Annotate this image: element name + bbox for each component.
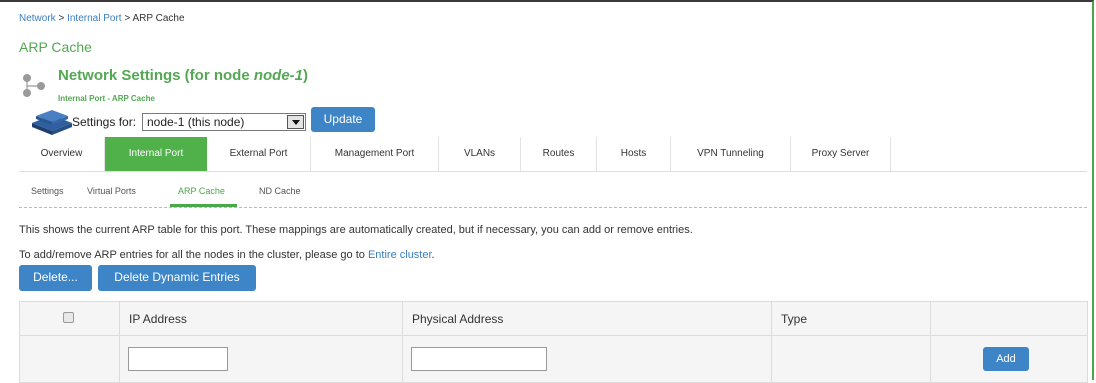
- physical-address-cell: [402, 335, 772, 383]
- tab-vlans[interactable]: VLANs: [439, 137, 521, 171]
- breadcrumb-current: ARP Cache: [132, 13, 185, 24]
- entire-cluster-link[interactable]: Entire cluster: [368, 249, 432, 261]
- network-settings-subtitle: Internal Port - ARP Cache: [58, 94, 155, 103]
- breadcrumb-network-link[interactable]: Network: [19, 13, 56, 24]
- server-stack-icon: [32, 110, 72, 135]
- cluster-note: To add/remove ARP entries for all the no…: [19, 249, 435, 261]
- actions-header: [930, 301, 1088, 336]
- tab-external-port[interactable]: External Port: [207, 137, 311, 171]
- subtab-settings[interactable]: Settings: [31, 186, 64, 196]
- cluster-note-text: To add/remove ARP entries for all the no…: [19, 249, 368, 261]
- add-button[interactable]: Add: [983, 347, 1029, 371]
- subtab-arp-cache[interactable]: ARP Cache: [178, 186, 225, 196]
- ip-address-header[interactable]: IP Address: [119, 301, 403, 336]
- network-nodes-icon: [23, 74, 45, 97]
- table-row: Add: [19, 335, 1088, 383]
- arp-table: IP Address Physical Address Type Add: [19, 301, 1088, 383]
- select-all-checkbox-icon[interactable]: [63, 311, 74, 323]
- settings-for-label: Settings for:: [72, 115, 137, 129]
- node-select-value: node-1 (this node): [147, 115, 245, 129]
- tab-routes[interactable]: Routes: [521, 137, 597, 171]
- cluster-note-end: .: [431, 249, 435, 261]
- breadcrumb-internal-port-link[interactable]: Internal Port: [67, 13, 121, 24]
- subtab-nd-cache[interactable]: ND Cache: [259, 186, 301, 196]
- tab-hosts[interactable]: Hosts: [597, 137, 671, 171]
- physical-address-header[interactable]: Physical Address: [402, 301, 772, 336]
- breadcrumb-separator: >: [124, 13, 131, 24]
- title-suffix: ): [303, 67, 309, 84]
- main-tabs: Overview Internal Port External Port Man…: [19, 137, 1087, 172]
- type-cell: [771, 335, 931, 383]
- active-subtab-indicator: [170, 204, 237, 207]
- update-button[interactable]: Update: [311, 107, 375, 132]
- tab-internal-port[interactable]: Internal Port: [105, 137, 207, 171]
- page-title: ARP Cache: [19, 39, 92, 55]
- tab-proxy-server[interactable]: Proxy Server: [791, 137, 891, 171]
- type-header[interactable]: Type: [771, 301, 931, 336]
- tab-management-port[interactable]: Management Port: [311, 137, 439, 171]
- node-select[interactable]: node-1 (this node): [142, 113, 306, 131]
- title-prefix: Network Settings (for node: [58, 67, 254, 84]
- tab-vpn-tunneling[interactable]: VPN Tunneling: [671, 137, 791, 171]
- tab-overview[interactable]: Overview: [19, 137, 105, 171]
- delete-button[interactable]: Delete...: [19, 265, 92, 291]
- physical-address-input[interactable]: [411, 347, 547, 371]
- chevron-down-icon[interactable]: [287, 115, 304, 129]
- title-node-name: node-1: [253, 67, 304, 84]
- select-all-header: [19, 301, 120, 336]
- ip-address-input[interactable]: [128, 347, 228, 371]
- arp-description: This shows the current ARP table for thi…: [19, 224, 693, 236]
- delete-dynamic-entries-button[interactable]: Delete Dynamic Entries: [98, 265, 256, 291]
- breadcrumb-separator: >: [58, 13, 65, 24]
- breadcrumb: Network > Internal Port > ARP Cache: [19, 13, 185, 24]
- subtab-virtual-ports[interactable]: Virtual Ports: [87, 186, 136, 196]
- sub-tabs: Settings Virtual Ports ARP Cache ND Cach…: [19, 175, 1087, 208]
- network-settings-title: Network Settings (for node node-1): [58, 67, 308, 84]
- add-cell: Add: [930, 335, 1088, 383]
- table-header-row: IP Address Physical Address Type: [19, 301, 1088, 336]
- empty-cell: [19, 335, 120, 383]
- ip-address-cell: [119, 335, 403, 383]
